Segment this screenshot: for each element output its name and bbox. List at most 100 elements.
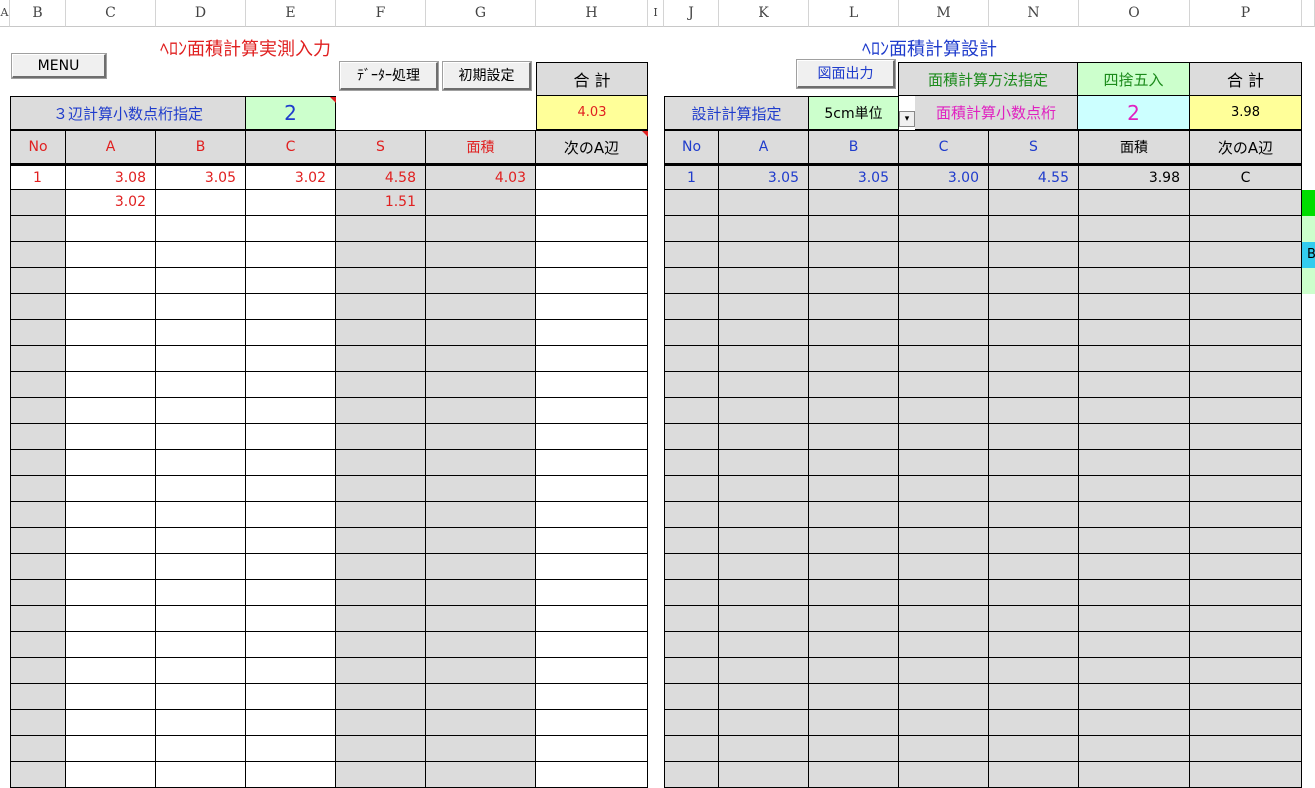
table-cell[interactable] <box>10 606 66 632</box>
table-cell[interactable] <box>336 502 426 528</box>
table-cell[interactable] <box>246 762 336 788</box>
right-decimal-value[interactable]: 2 <box>1078 96 1190 130</box>
table-cell[interactable] <box>336 580 426 606</box>
table-cell[interactable] <box>336 242 426 268</box>
table-cell[interactable] <box>1079 710 1190 736</box>
table-cell[interactable] <box>809 476 899 502</box>
table-cell[interactable] <box>246 476 336 502</box>
table-cell[interactable] <box>246 502 336 528</box>
table-cell[interactable] <box>66 372 156 398</box>
table-cell[interactable] <box>10 658 66 684</box>
table-cell[interactable] <box>664 736 719 762</box>
table-cell[interactable] <box>336 762 426 788</box>
table-cell[interactable] <box>809 190 899 216</box>
table-cell[interactable] <box>426 580 536 606</box>
table-cell[interactable] <box>1190 632 1302 658</box>
table-cell[interactable] <box>10 294 66 320</box>
table-cell[interactable] <box>664 658 719 684</box>
table-cell[interactable]: 4.03 <box>426 164 536 190</box>
table-cell[interactable] <box>246 372 336 398</box>
table-cell[interactable] <box>989 502 1079 528</box>
table-cell[interactable] <box>536 424 648 450</box>
table-cell[interactable] <box>719 216 809 242</box>
table-cell[interactable] <box>1190 606 1302 632</box>
column-header[interactable]: C <box>66 0 156 27</box>
table-cell[interactable] <box>156 398 246 424</box>
table-cell[interactable] <box>10 450 66 476</box>
table-cell[interactable] <box>336 606 426 632</box>
table-cell[interactable] <box>809 606 899 632</box>
table-cell[interactable] <box>426 242 536 268</box>
table-cell[interactable] <box>1079 658 1190 684</box>
table-cell[interactable] <box>66 554 156 580</box>
table-cell[interactable] <box>156 684 246 710</box>
drawing-output-button[interactable]: 図面出力 <box>797 60 895 88</box>
column-header[interactable]: L <box>809 0 899 27</box>
table-cell[interactable] <box>989 606 1079 632</box>
column-header[interactable]: G <box>426 0 536 27</box>
table-cell[interactable] <box>66 710 156 736</box>
table-cell[interactable] <box>899 268 989 294</box>
table-cell[interactable] <box>664 190 719 216</box>
table-cell[interactable] <box>156 658 246 684</box>
table-cell[interactable] <box>719 710 809 736</box>
table-cell[interactable] <box>809 528 899 554</box>
table-cell[interactable] <box>1190 294 1302 320</box>
table-cell[interactable] <box>1190 658 1302 684</box>
table-cell[interactable] <box>1079 502 1190 528</box>
table-cell[interactable] <box>336 684 426 710</box>
table-cell[interactable] <box>246 268 336 294</box>
left-total-value[interactable]: 4.03 <box>536 96 648 130</box>
table-cell[interactable] <box>989 372 1079 398</box>
table-cell[interactable] <box>336 736 426 762</box>
right-total-value[interactable]: 3.98 <box>1190 96 1302 130</box>
table-cell[interactable] <box>1079 450 1190 476</box>
table-cell[interactable] <box>809 710 899 736</box>
table-cell[interactable] <box>426 190 536 216</box>
table-cell[interactable] <box>1079 762 1190 788</box>
table-cell[interactable] <box>10 424 66 450</box>
table-cell[interactable]: 3.08 <box>66 164 156 190</box>
table-cell[interactable] <box>809 502 899 528</box>
table-cell[interactable] <box>246 580 336 606</box>
column-header[interactable]: M <box>899 0 989 27</box>
table-cell[interactable] <box>246 190 336 216</box>
table-cell[interactable] <box>426 736 536 762</box>
table-cell[interactable] <box>336 528 426 554</box>
table-cell[interactable] <box>809 736 899 762</box>
table-cell[interactable] <box>426 762 536 788</box>
table-cell[interactable] <box>899 606 989 632</box>
column-header[interactable] <box>1302 0 1315 27</box>
table-cell[interactable] <box>156 190 246 216</box>
table-cell[interactable] <box>664 268 719 294</box>
table-cell[interactable] <box>1079 216 1190 242</box>
table-cell[interactable] <box>10 216 66 242</box>
table-cell[interactable] <box>536 580 648 606</box>
table-cell[interactable] <box>10 476 66 502</box>
table-cell[interactable]: 3.02 <box>246 164 336 190</box>
table-cell[interactable] <box>426 346 536 372</box>
table-cell[interactable] <box>426 450 536 476</box>
table-cell[interactable] <box>989 554 1079 580</box>
table-cell[interactable] <box>156 242 246 268</box>
table-cell[interactable] <box>426 632 536 658</box>
table-cell[interactable] <box>10 346 66 372</box>
table-cell[interactable] <box>536 190 648 216</box>
table-cell[interactable] <box>809 216 899 242</box>
table-cell[interactable] <box>336 424 426 450</box>
table-cell[interactable] <box>899 450 989 476</box>
table-cell[interactable] <box>719 606 809 632</box>
table-cell[interactable] <box>899 346 989 372</box>
table-cell[interactable] <box>246 736 336 762</box>
table-cell[interactable] <box>899 476 989 502</box>
table-cell[interactable]: 3.05 <box>809 164 899 190</box>
table-cell[interactable] <box>156 450 246 476</box>
initial-settings-button[interactable]: 初期設定 <box>443 62 531 90</box>
table-cell[interactable] <box>426 294 536 320</box>
table-cell[interactable] <box>246 424 336 450</box>
table-cell[interactable] <box>899 190 989 216</box>
table-cell[interactable] <box>664 606 719 632</box>
table-cell[interactable] <box>66 528 156 554</box>
table-cell[interactable] <box>156 580 246 606</box>
table-cell[interactable] <box>426 710 536 736</box>
